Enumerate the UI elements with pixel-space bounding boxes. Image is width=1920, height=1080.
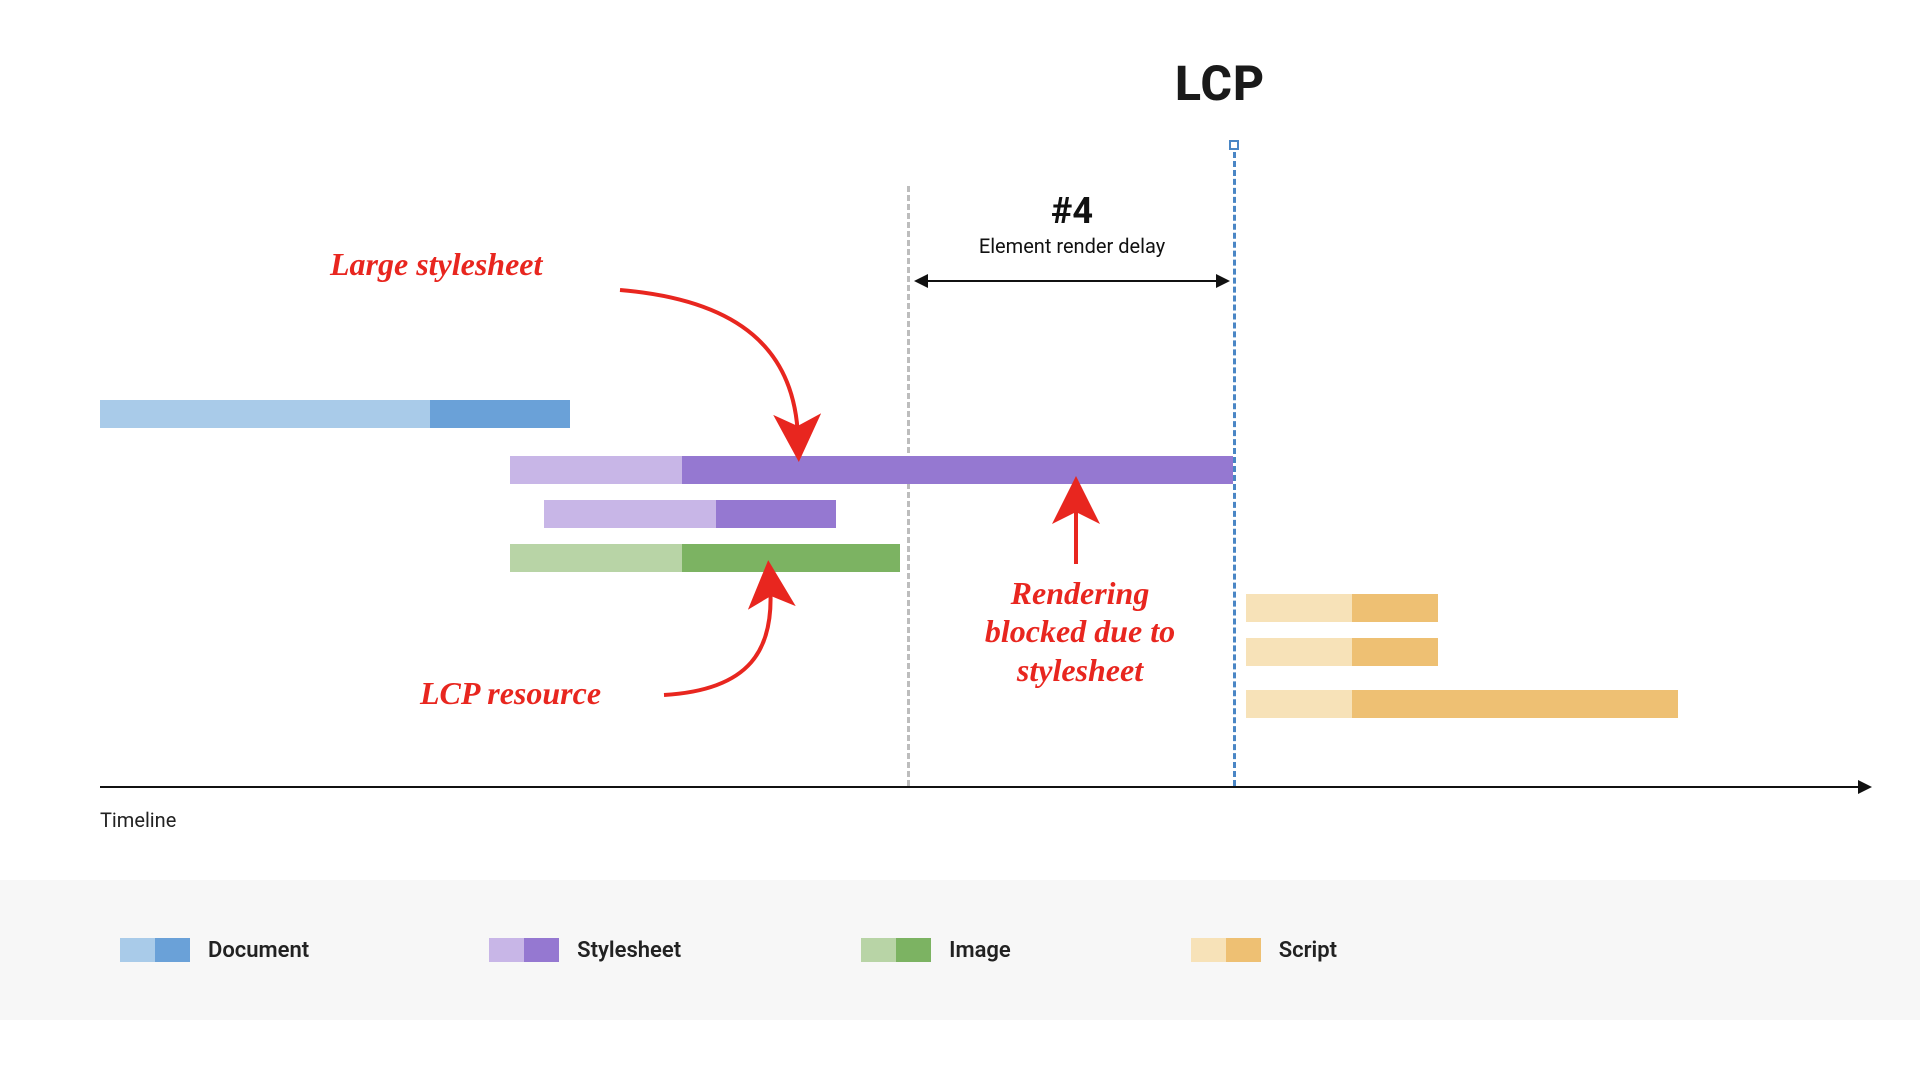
- lcp-label: LCP: [1175, 55, 1265, 112]
- bar-script-1: [1246, 594, 1438, 622]
- legend-item-script: Script: [1191, 938, 1337, 963]
- annotation-arrows: [0, 0, 1920, 880]
- bar-document: [100, 400, 570, 428]
- timeline-label: Timeline: [100, 808, 176, 832]
- anno-render-blocked-l3: stylesheet: [950, 651, 1210, 689]
- mid-guide-line: [907, 186, 910, 786]
- phase4-label: #4 Element render delay: [910, 190, 1234, 258]
- diagram-canvas: LCP #4 Element render delay Large styles…: [0, 0, 1920, 1080]
- anno-render-blocked-l1: Rendering: [950, 574, 1210, 612]
- bar-script-2: [1246, 638, 1438, 666]
- timeline-axis: [100, 786, 1870, 788]
- legend-label-script: Script: [1279, 938, 1337, 963]
- swatch-document: [120, 938, 190, 962]
- phase4-subtitle: Element render delay: [910, 234, 1234, 258]
- legend-label-stylesheet: Stylesheet: [577, 938, 681, 963]
- anno-lcp-resource: LCP resource: [420, 674, 601, 712]
- bar-stylesheet-small: [544, 500, 836, 528]
- bar-stylesheet-large: [510, 456, 1233, 484]
- swatch-stylesheet: [489, 938, 559, 962]
- legend-item-document: Document: [120, 938, 309, 963]
- anno-render-blocked-l2: blocked due to: [950, 612, 1210, 650]
- bar-image-lcp: [510, 544, 900, 572]
- swatch-image: [861, 938, 931, 962]
- anno-large-stylesheet: Large stylesheet: [330, 245, 542, 283]
- bar-script-3: [1246, 690, 1678, 718]
- phase4-range-arrow: [916, 280, 1228, 282]
- swatch-script: [1191, 938, 1261, 962]
- legend-item-image: Image: [861, 938, 1011, 963]
- legend-label-document: Document: [208, 938, 309, 963]
- anno-render-blocked: Rendering blocked due to stylesheet: [950, 574, 1210, 689]
- legend-label-image: Image: [949, 938, 1011, 963]
- legend: Document Stylesheet Image Script: [0, 880, 1920, 1020]
- legend-item-stylesheet: Stylesheet: [489, 938, 681, 963]
- lcp-marker-pin: [1229, 140, 1239, 150]
- phase4-number: #4: [910, 190, 1234, 232]
